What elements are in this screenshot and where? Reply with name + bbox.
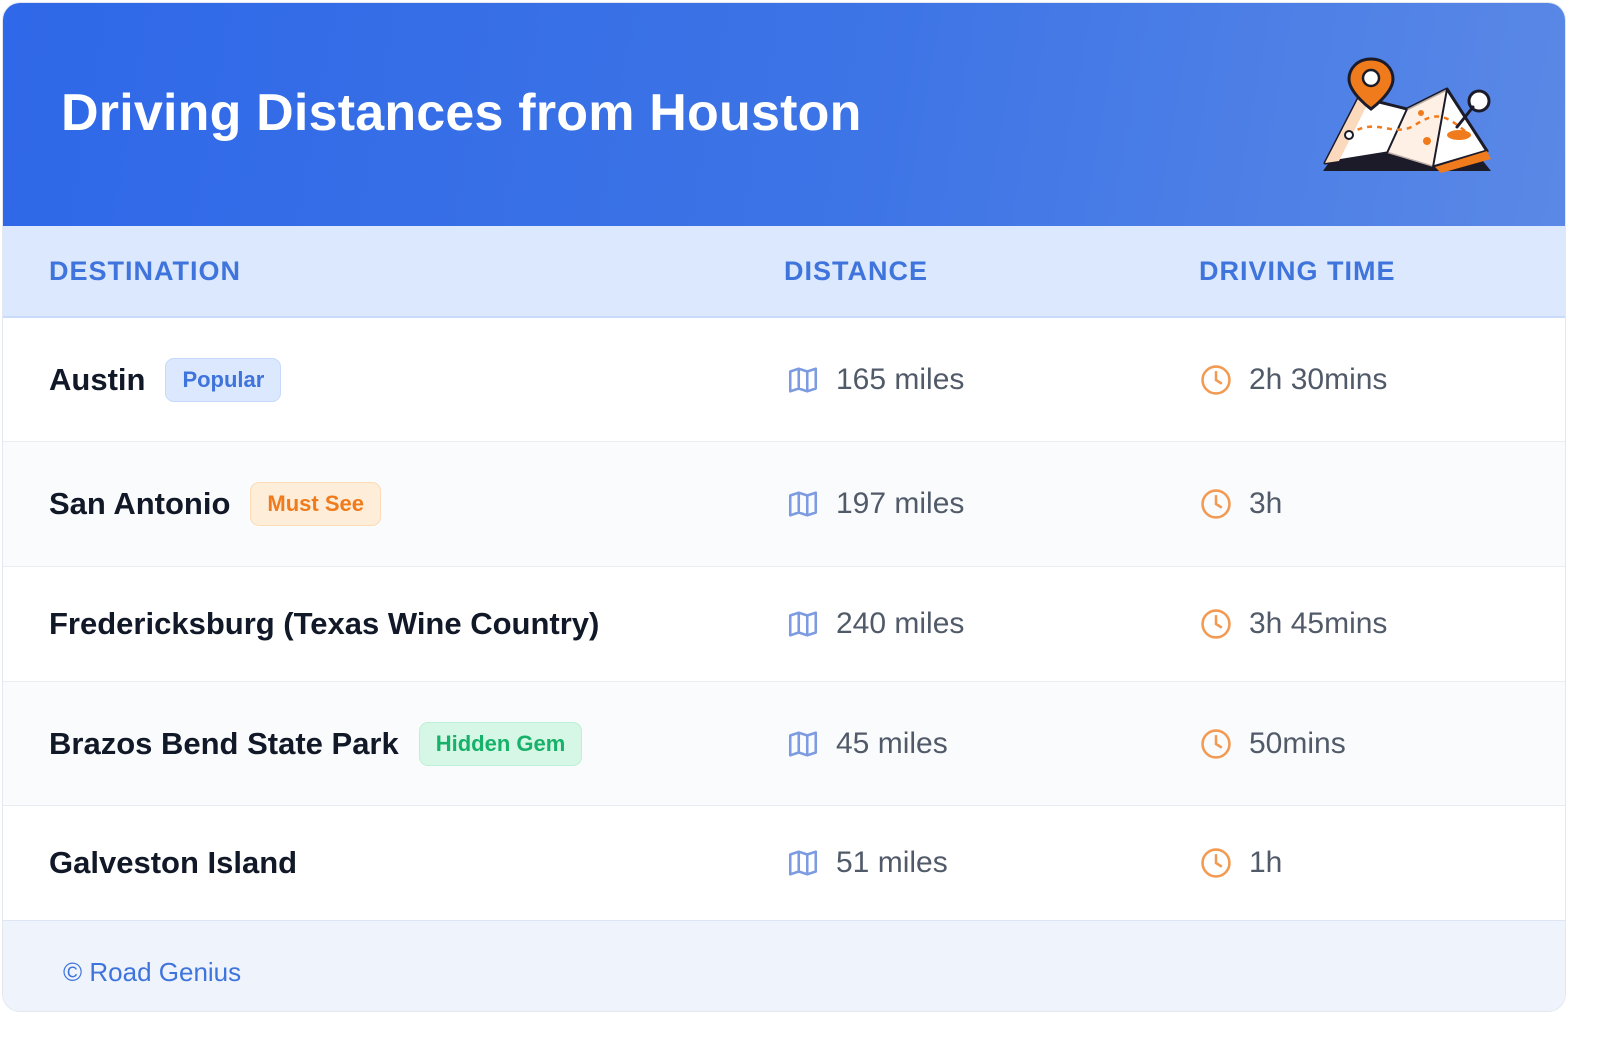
distance-cell: 51 miles [786,806,948,920]
destination-cell: Brazos Bend State Park Hidden Gem [49,682,583,805]
column-header-driving-time[interactable]: DRIVING TIME [1199,256,1396,287]
distance-cell: 197 miles [786,442,964,566]
table-row[interactable]: San Antonio Must See 197 miles 3h [3,442,1565,567]
header-banner: Driving Distances from Houston [3,3,1565,226]
destination-name: San Antonio [49,486,231,521]
distance-value: 51 miles [836,846,948,879]
destination-cell: Galveston Island [49,806,297,920]
table-row[interactable]: Brazos Bend State Park Hidden Gem 45 mil… [3,682,1565,806]
destination-cell: Austin Popular [49,318,282,441]
driving-time-value: 1h [1249,846,1283,879]
clock-icon [1201,728,1231,759]
column-header-distance[interactable]: DISTANCE [784,256,928,287]
distance-table-card: Driving Distances from Houston DESTINATI… [2,2,1566,1012]
driving-time-value: 3h 45mins [1249,607,1388,640]
distance-value: 45 miles [836,726,948,760]
distance-cell: 45 miles [786,682,948,805]
status-badge: Popular [165,357,282,402]
clock-icon [1201,364,1231,395]
clock-icon [1201,848,1231,878]
destination-name: Fredericksburg (Texas Wine Country) [49,606,600,641]
table-header-row: DESTINATION DISTANCE DRIVING TIME [3,226,1565,318]
status-badge: Must See [250,482,381,526]
destination-cell: San Antonio Must See [49,442,381,566]
destination-name: Galveston Island [49,845,298,880]
driving-time-cell: 3h 45mins [1199,567,1387,681]
footer: © Road Genius [3,920,1565,1011]
table-row[interactable]: Fredericksburg (Texas Wine Country) 240 … [3,567,1565,682]
driving-time-value: 50mins [1249,726,1346,760]
table-row[interactable]: Galveston Island 51 miles 1h [3,806,1565,920]
distance-cell: 165 miles [786,318,964,441]
driving-time-cell: 3h [1199,442,1282,566]
driving-time-cell: 2h 30mins [1199,318,1387,441]
map-icon [788,366,818,393]
map-icon [788,491,818,517]
destination-name: Austin [49,361,146,397]
distance-value: 165 miles [836,362,965,396]
table-row[interactable]: Austin Popular 165 miles 2h 30mins [3,318,1565,442]
driving-time-cell: 50mins [1199,682,1346,805]
distance-value: 197 miles [836,487,965,520]
page-title: Driving Distances from Houston [61,84,862,142]
destination-name: Brazos Bend State Park [49,725,399,761]
column-header-destination[interactable]: DESTINATION [49,256,241,287]
destination-cell: Fredericksburg (Texas Wine Country) [49,567,599,681]
status-badge: Hidden Gem [418,721,583,766]
map-icon [788,611,818,637]
driving-time-value: 2h 30mins [1249,362,1388,396]
map-icon [788,730,818,757]
distance-cell: 240 miles [786,567,964,681]
distance-value: 240 miles [836,607,965,640]
map-with-pins-illustration [1323,57,1491,173]
footer-credit[interactable]: © Road Genius [63,957,241,988]
map-icon [788,850,818,876]
driving-time-cell: 1h [1199,806,1282,920]
clock-icon [1201,609,1231,639]
driving-time-value: 3h [1249,487,1283,520]
clock-icon [1201,489,1231,519]
